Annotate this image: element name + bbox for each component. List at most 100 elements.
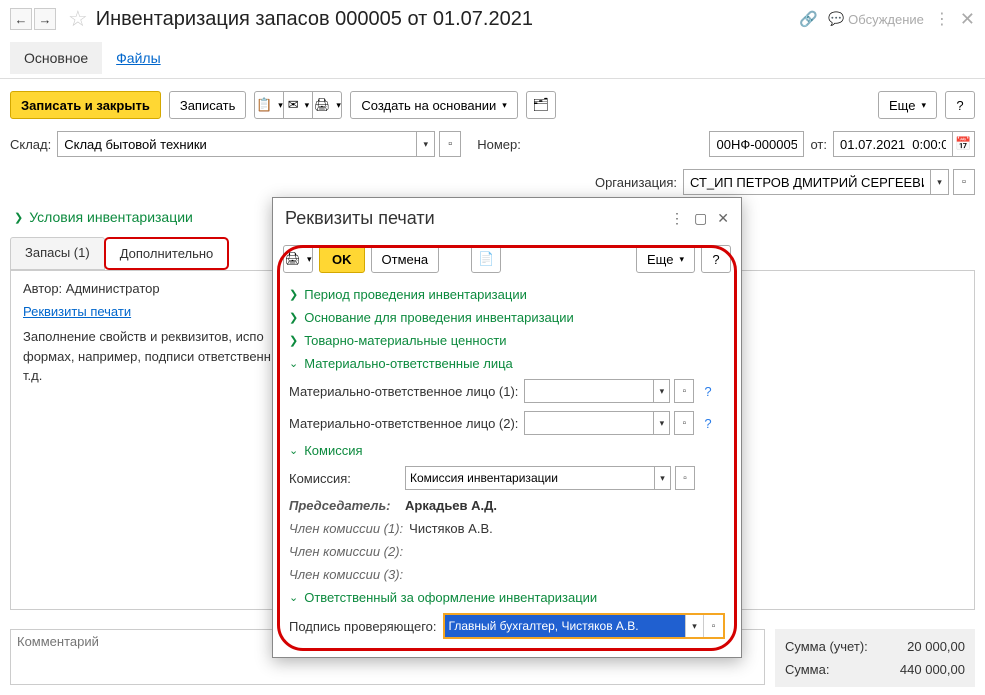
mol1-label: Материально-ответственное лицо (1): xyxy=(289,384,518,399)
chevron-right-icon: ❯ xyxy=(14,211,23,224)
mail-icon-button[interactable]: ✉▾ xyxy=(283,91,313,119)
dialog-help-button[interactable]: ? xyxy=(701,245,731,273)
chat-icon: 💬 xyxy=(828,11,844,27)
commission-open[interactable]: ▫ xyxy=(675,466,695,490)
print-icon-button[interactable]: 🖨▾ xyxy=(312,91,342,119)
tab-additional[interactable]: Дополнительно xyxy=(104,237,230,270)
create-based-button[interactable]: Создать на основании▾ xyxy=(350,91,517,119)
dialog-maximize-icon[interactable]: ▢ xyxy=(694,210,707,227)
dialog-ok-button[interactable]: OK xyxy=(319,245,365,273)
subnav-main[interactable]: Основное xyxy=(10,42,102,74)
copy-icon: 📋 xyxy=(256,97,272,113)
more-menu-icon[interactable]: ⋮ xyxy=(934,9,950,29)
commission-label: Комиссия: xyxy=(289,471,399,486)
favorite-star-icon[interactable]: ☆ xyxy=(68,6,88,32)
mol1-dropdown[interactable]: ▾ xyxy=(654,379,670,403)
chevron-right-icon: ❯ xyxy=(289,334,298,347)
structure-icon: 🗂 xyxy=(533,97,550,113)
sum-accounting-label: Сумма (учет): xyxy=(785,639,868,654)
mol1-input[interactable] xyxy=(524,379,654,403)
mol2-dropdown[interactable]: ▾ xyxy=(654,411,670,435)
sum-label: Сумма: xyxy=(785,662,829,677)
member2-label: Член комиссии (2): xyxy=(289,544,403,559)
group-commission[interactable]: ⌄Комиссия xyxy=(289,439,725,462)
print-requisites-dialog: Реквизиты печати ⋮ ▢ ✕ 🖨▾ OK Отмена 📄 Ещ… xyxy=(272,197,742,658)
dialog-cancel-button[interactable]: Отмена xyxy=(371,245,440,273)
number-input[interactable] xyxy=(709,131,804,157)
commission-dropdown[interactable]: ▾ xyxy=(655,466,671,490)
date-input[interactable] xyxy=(833,131,953,157)
subnav-files[interactable]: Файлы xyxy=(102,42,174,74)
discussion-button[interactable]: 💬 Обсуждение xyxy=(828,11,924,27)
dialog-more-icon[interactable]: ⋮ xyxy=(670,210,684,227)
warehouse-open[interactable]: ▫ xyxy=(439,131,461,157)
structure-icon-button[interactable]: 🗂 xyxy=(526,91,556,119)
author-value: Администратор xyxy=(66,281,160,296)
group-tmc[interactable]: ❯Товарно-материальные ценности xyxy=(289,329,725,352)
org-dropdown[interactable]: ▾ xyxy=(931,169,949,195)
mol2-label: Материально-ответственное лицо (2): xyxy=(289,416,518,431)
commission-input[interactable] xyxy=(405,466,655,490)
signature-dropdown[interactable]: ▾ xyxy=(685,615,703,637)
chevron-right-icon: ❯ xyxy=(289,311,298,324)
close-icon[interactable]: ✕ xyxy=(960,9,975,30)
titlebar: ← → ☆ Инвентаризация запасов 000005 от 0… xyxy=(0,0,985,38)
group-responsible[interactable]: ⌄Ответственный за оформление инвентариза… xyxy=(289,586,725,609)
link-icon[interactable]: 🔗 xyxy=(799,10,818,28)
print-requisites-link[interactable]: Реквизиты печати xyxy=(23,304,131,319)
mail-icon: ✉ xyxy=(288,97,299,113)
sum-accounting-value: 20 000,00 xyxy=(907,639,965,654)
print-icon: 🖨 xyxy=(314,97,331,113)
signature-input[interactable] xyxy=(445,615,685,637)
dialog-close-icon[interactable]: ✕ xyxy=(717,210,729,227)
from-label: от: xyxy=(810,137,827,152)
org-input[interactable] xyxy=(683,169,931,195)
help-icon[interactable]: ? xyxy=(704,416,711,431)
warehouse-input[interactable] xyxy=(57,131,417,157)
author-label: Автор: xyxy=(23,281,62,296)
mol1-open[interactable]: ▫ xyxy=(674,379,694,403)
settings-icon: 📄 xyxy=(478,251,494,267)
tab-stocks[interactable]: Запасы (1) xyxy=(10,237,105,270)
chairman-label: Председатель: xyxy=(289,498,399,513)
member3-label: Член комиссии (3): xyxy=(289,567,403,582)
member1-label: Член комиссии (1): xyxy=(289,521,403,536)
group-basis[interactable]: ❯Основание для проведения инвентаризации xyxy=(289,306,725,329)
nav-forward-button[interactable]: → xyxy=(34,8,56,30)
number-label: Номер: xyxy=(477,137,521,152)
help-button[interactable]: ? xyxy=(945,91,975,119)
help-icon[interactable]: ? xyxy=(704,384,711,399)
warehouse-dropdown[interactable]: ▾ xyxy=(417,131,435,157)
warehouse-label: Склад: xyxy=(10,137,51,152)
sum-value: 440 000,00 xyxy=(900,662,965,677)
chevron-down-icon: ⌄ xyxy=(289,357,298,370)
print-icon: 🖨 xyxy=(284,251,301,267)
mol2-open[interactable]: ▫ xyxy=(674,411,694,435)
totals-panel: Сумма (учет): 20 000,00 Сумма: 440 000,00 xyxy=(775,629,975,687)
copy-icon-button[interactable]: 📋▾ xyxy=(254,91,284,119)
dialog-print-button[interactable]: 🖨▾ xyxy=(283,245,313,273)
dialog-more-button[interactable]: Еще▾ xyxy=(636,245,695,273)
signature-open[interactable]: ▫ xyxy=(703,615,723,637)
main-toolbar: Записать и закрыть Записать 📋▾ ✉▾ 🖨▾ Соз… xyxy=(0,87,985,123)
sub-navigation: Основное Файлы xyxy=(0,42,985,74)
chevron-down-icon: ⌄ xyxy=(289,591,298,604)
org-label: Организация: xyxy=(595,175,677,190)
dialog-settings-button[interactable]: 📄 xyxy=(471,245,501,273)
more-button[interactable]: Еще▾ xyxy=(878,91,937,119)
save-button[interactable]: Записать xyxy=(169,91,247,119)
group-mol[interactable]: ⌄Материально-ответственные лица xyxy=(289,352,725,375)
mol2-input[interactable] xyxy=(524,411,654,435)
signature-label: Подпись проверяющего: xyxy=(289,619,437,634)
group-period[interactable]: ❯Период проведения инвентаризации xyxy=(289,283,725,306)
page-title: Инвентаризация запасов 000005 от 01.07.2… xyxy=(96,8,800,31)
org-open[interactable]: ▫ xyxy=(953,169,975,195)
nav-back-button[interactable]: ← xyxy=(10,8,32,30)
chairman-value: Аркадьев А.Д. xyxy=(405,498,497,513)
save-close-button[interactable]: Записать и закрыть xyxy=(10,91,161,119)
dialog-title: Реквизиты печати xyxy=(285,208,670,229)
chevron-right-icon: ❯ xyxy=(289,288,298,301)
chevron-down-icon: ⌄ xyxy=(289,444,298,457)
calendar-icon[interactable]: 📅 xyxy=(953,131,975,157)
member1-value: Чистяков А.В. xyxy=(409,521,493,536)
